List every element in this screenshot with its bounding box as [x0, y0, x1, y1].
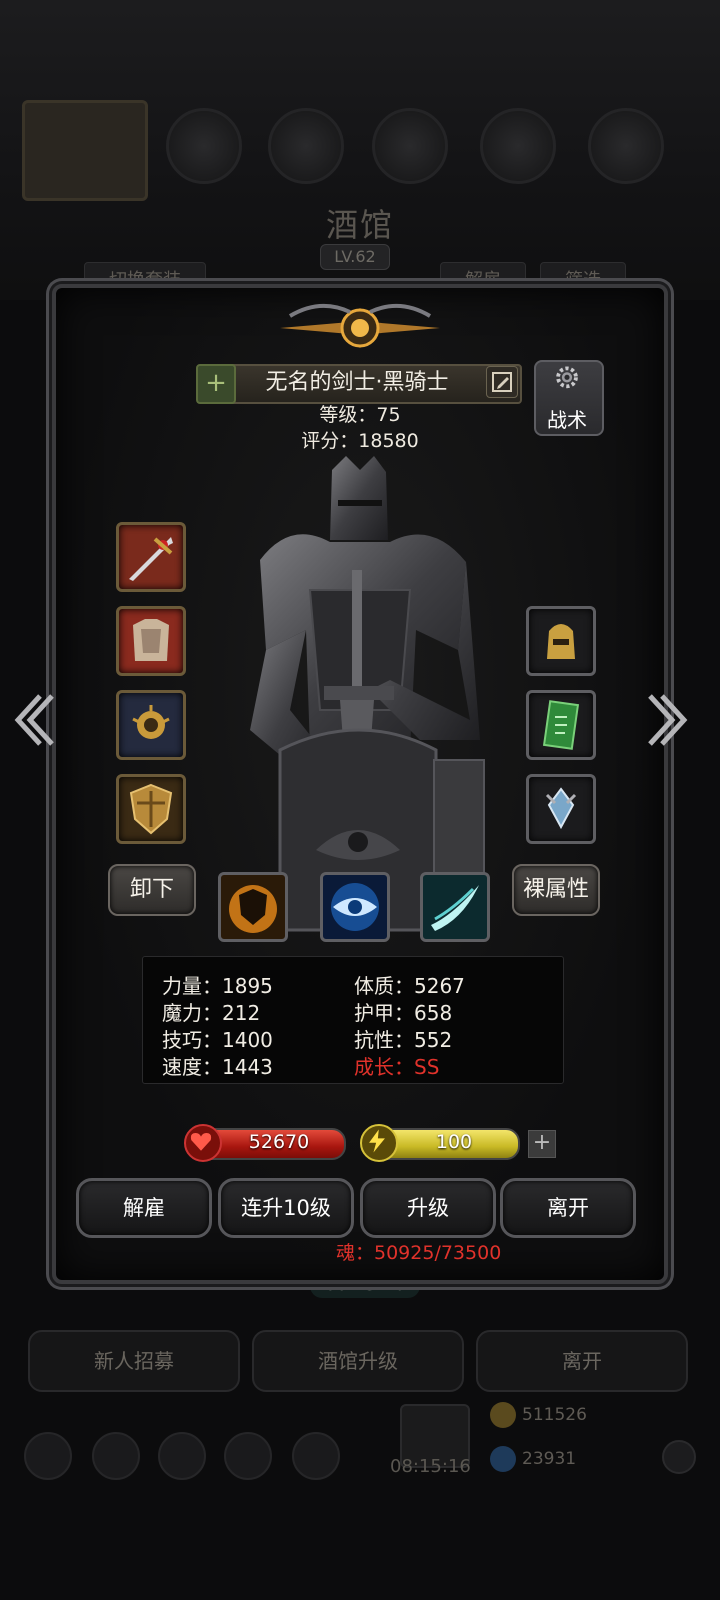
- dismiss-button[interactable]: 解雇: [76, 1178, 212, 1238]
- gem-icon: [490, 1446, 516, 1472]
- gold-ornament-icon: [280, 303, 440, 348]
- unequip-button[interactable]: 卸下: [108, 864, 196, 916]
- level-up-10-button[interactable]: 连升10级: [218, 1178, 354, 1238]
- bottom-menu-icon: [292, 1432, 340, 1480]
- tavern-title: 酒馆: [325, 206, 394, 244]
- equip-slot-helmet[interactable]: [526, 606, 596, 676]
- lightning-icon: [360, 1124, 398, 1162]
- shield-icon: [129, 783, 173, 835]
- plus-icon[interactable]: +: [196, 364, 236, 404]
- soul-counter: 魂：50925/73500: [336, 1242, 502, 1264]
- upgrade-tavern-button: 酒馆升级: [252, 1330, 464, 1392]
- background-portrait: [22, 100, 148, 201]
- background-leave-button: 离开: [476, 1330, 688, 1392]
- background-menu-icon: [480, 108, 556, 184]
- add-energy-button[interactable]: +: [528, 1130, 556, 1158]
- bottom-menu-icon: [24, 1432, 72, 1480]
- equip-slot-shield[interactable]: [116, 774, 186, 844]
- stat-constitution: 体质：5267: [354, 974, 465, 998]
- bottom-menu-icon: [158, 1432, 206, 1480]
- tavern-level: LV.62: [320, 244, 390, 270]
- gold-coin-icon: [490, 1402, 516, 1428]
- equip-slot-book[interactable]: [526, 690, 596, 760]
- skill-slot-3[interactable]: [420, 872, 490, 942]
- stat-resistance: 抗性：552: [354, 1028, 453, 1052]
- spellbook-icon: [542, 700, 580, 750]
- equip-slot-armor[interactable]: [116, 606, 186, 676]
- stat-armor: 护甲：658: [354, 1001, 453, 1025]
- stat-magic: 魔力：212: [162, 1001, 261, 1025]
- hero-name: 无名的剑士·黑骑士: [265, 370, 449, 395]
- background-menu-icon: [588, 108, 664, 184]
- skill-slot-1[interactable]: [218, 872, 288, 942]
- leave-button[interactable]: 离开: [500, 1178, 636, 1238]
- hero-score: 评分：18580: [301, 430, 419, 452]
- bottom-menu-icon: [92, 1432, 140, 1480]
- bare-attributes-button[interactable]: 裸属性: [512, 864, 600, 916]
- tactics-label[interactable]: 战术: [534, 404, 600, 433]
- stat-speed: 速度：1443: [162, 1055, 273, 1079]
- gem-resource: 23931: [490, 1446, 576, 1472]
- gold-resource: 511526: [490, 1402, 587, 1428]
- energy-value: 100: [435, 1131, 473, 1153]
- background-menu-icon: [372, 108, 448, 184]
- eye-icon: [331, 883, 379, 931]
- amulet-icon: [132, 705, 170, 739]
- stat-skill: 技巧：1400: [162, 1028, 273, 1052]
- background-clock: 08:15:16: [390, 1456, 471, 1477]
- stat-strength: 力量：1895: [162, 974, 273, 998]
- previous-hero-arrow-icon[interactable]: [10, 690, 54, 750]
- next-hero-arrow-icon[interactable]: [648, 690, 692, 750]
- gear-icon: [556, 366, 578, 389]
- hero-level: 等级：75: [319, 404, 401, 426]
- upgrade-button[interactable]: 升级: [360, 1178, 496, 1238]
- equip-slot-emblem[interactable]: [526, 774, 596, 844]
- stat-growth: 成长：SS: [354, 1055, 440, 1079]
- bottom-menu-icon: [224, 1432, 272, 1480]
- add-icon: [662, 1440, 696, 1474]
- flame-shield-icon: [229, 885, 277, 933]
- chest-armor-icon: [133, 619, 169, 661]
- emblem-icon: [545, 787, 577, 830]
- slash-icon: [431, 885, 479, 931]
- background-menu-icon: [166, 108, 242, 184]
- helmet-icon: [547, 624, 575, 659]
- background-menu-icon: [268, 108, 344, 184]
- hp-value: 52670: [248, 1131, 310, 1153]
- pencil-icon: [492, 372, 512, 392]
- equip-slot-weapon[interactable]: [116, 522, 186, 592]
- sword-icon: [129, 537, 173, 581]
- recruit-button: 新人招募: [28, 1330, 240, 1392]
- heart-icon: [184, 1124, 222, 1162]
- edit-name-button[interactable]: [486, 366, 518, 398]
- skill-slot-2[interactable]: [320, 872, 390, 942]
- equip-slot-accessory[interactable]: [116, 690, 186, 760]
